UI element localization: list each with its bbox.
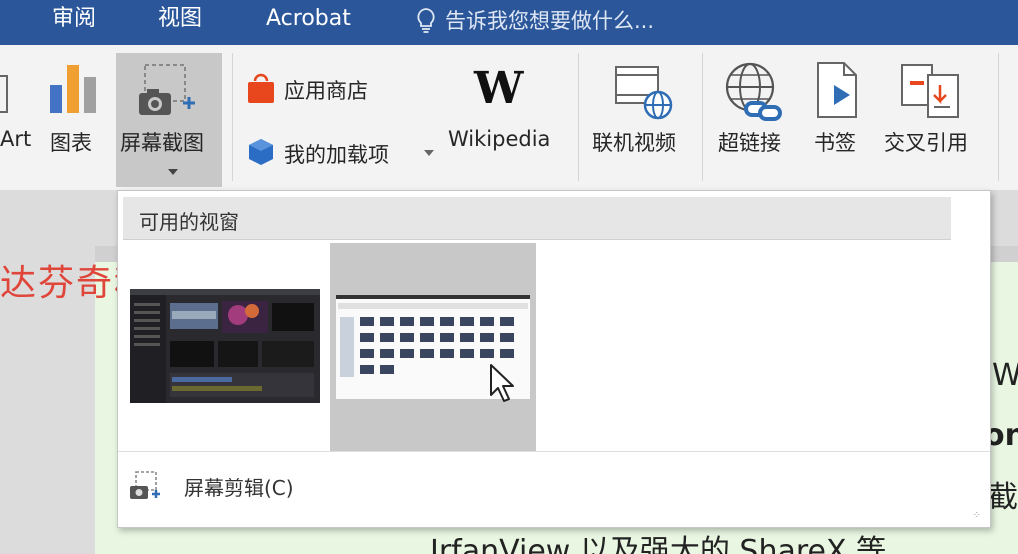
resize-grip-icon[interactable]: ⁘ — [973, 510, 982, 521]
cross-reference-icon[interactable] — [900, 61, 962, 121]
store-label[interactable]: 应用商店 — [284, 75, 368, 105]
addins-icon[interactable] — [246, 137, 276, 167]
screen-clipping-item[interactable]: 屏幕剪辑(C) — [128, 466, 294, 506]
wikipedia-label[interactable]: Wikipedia — [448, 127, 550, 151]
tab-view[interactable]: 视图 — [158, 6, 202, 32]
screenshot-dropdown: 可用的视窗 屏幕剪辑(C) ⁘ — [117, 190, 991, 528]
wikipedia-icon[interactable]: W — [474, 63, 523, 114]
my-addins-label[interactable]: 我的加载项 — [284, 139, 389, 169]
chart-icon[interactable] — [48, 63, 98, 115]
menu-bar: 审阅 视图 Acrobat 告诉我您想要做什么... — [0, 0, 1018, 45]
tab-acrobat[interactable]: Acrobat — [266, 6, 351, 32]
bookmark-icon[interactable] — [814, 61, 862, 119]
ribbon-separator — [578, 53, 579, 181]
store-icon[interactable] — [246, 73, 276, 105]
ribbon-separator — [232, 53, 233, 181]
screen-clipping-icon — [130, 471, 160, 499]
dropdown-divider — [118, 451, 990, 452]
online-video-label[interactable]: 联机视频 — [592, 127, 676, 157]
bookmark-label[interactable]: 书签 — [814, 127, 856, 157]
window-thumbnails — [118, 243, 990, 451]
available-windows-title: 可用的视窗 — [139, 210, 239, 234]
window-thumbnail[interactable] — [130, 289, 320, 403]
hyperlink-label[interactable]: 超链接 — [718, 127, 781, 157]
document-bottom-clip: IrfanView 以及强大的 ShareX 等， — [0, 526, 1018, 554]
mouse-cursor-icon — [490, 364, 514, 402]
cross-reference-label[interactable]: 交叉引用 — [884, 127, 968, 157]
document-text-fragment: W — [992, 358, 1018, 393]
tell-me-box[interactable]: 告诉我您想要做什么... — [415, 6, 654, 34]
ribbon-separator — [998, 53, 999, 181]
screen-clipping-label: 屏幕剪辑(C) — [184, 475, 294, 500]
hyperlink-icon[interactable] — [722, 61, 786, 123]
online-video-icon[interactable] — [614, 63, 674, 121]
available-windows-header: 可用的视窗 — [123, 197, 951, 240]
ribbon-separator — [702, 53, 703, 181]
document-text-fragment: 截图 — [988, 480, 1018, 515]
tab-review[interactable]: 审阅 — [52, 6, 96, 32]
chevron-down-icon — [168, 169, 178, 175]
chart-label[interactable]: 图表 — [50, 127, 92, 157]
screenshot-label: 屏幕截图 — [120, 131, 204, 155]
lightbulb-icon — [417, 8, 435, 33]
ribbon: Art 图表 屏幕截图 应用商店 我的加载项 W Wikipedia 联机视频 … — [0, 45, 1018, 190]
smartart-label[interactable]: Art — [0, 127, 31, 151]
document-text-line: IrfanView 以及强大的 ShareX 等， — [430, 534, 917, 554]
chevron-down-icon[interactable] — [424, 150, 434, 156]
tell-me-text: 告诉我您想要做什么... — [445, 9, 655, 33]
smartart-icon — [0, 75, 8, 113]
screenshot-icon — [139, 64, 195, 115]
